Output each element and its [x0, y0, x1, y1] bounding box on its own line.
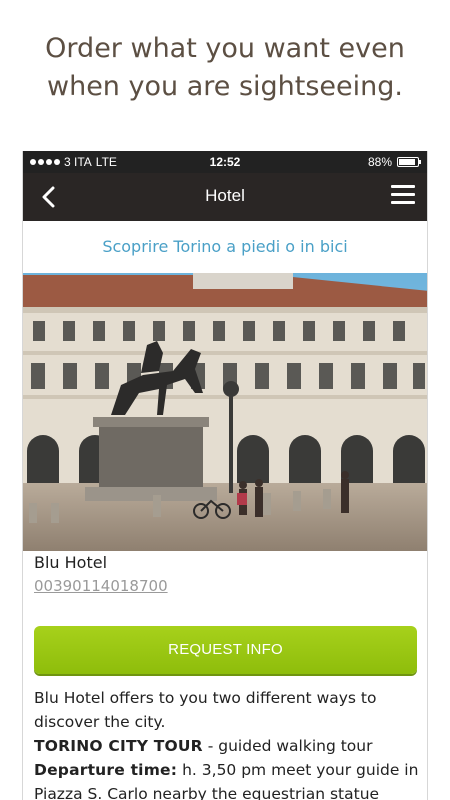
- departure-label: Departure time:: [34, 761, 178, 779]
- hotel-name: Blu Hotel: [34, 553, 108, 572]
- status-time: 12:52: [209, 155, 241, 169]
- battery-percent: 88%: [367, 155, 392, 169]
- departure-line: Departure time: h. 3,50 pm meet your gui…: [34, 758, 422, 800]
- request-info-button[interactable]: REQUEST INFO: [34, 626, 417, 674]
- hotel-description: Blu Hotel offers to you two different wa…: [34, 686, 422, 800]
- promo-line-2: when you are sightseeing.: [47, 71, 403, 102]
- piazza-san-carlo-image: [23, 273, 427, 551]
- description-intro: Blu Hotel offers to you two different wa…: [34, 689, 377, 731]
- status-right: 88%: [367, 155, 421, 169]
- tour-line: TORINO CITY TOUR - guided walking tour: [34, 734, 422, 758]
- hamburger-menu-icon: [391, 185, 415, 188]
- page-title: Hotel: [205, 186, 245, 205]
- battery-level-fill: [399, 159, 415, 165]
- nav-bar: Hotel: [23, 173, 427, 221]
- hotel-photo: [23, 273, 427, 551]
- section-subtitle: Scoprire Torino a piedi o in bici: [102, 237, 348, 256]
- tour-detail: - guided walking tour: [202, 737, 373, 755]
- phone-screen: 3 ITA LTE 12:52 88% Hotel Scoprire Torin…: [22, 151, 428, 800]
- promo-heading: Order what you want even when you are si…: [0, 30, 450, 106]
- battery-icon: [397, 157, 421, 167]
- tour-name: TORINO CITY TOUR: [34, 737, 203, 755]
- status-bar: 3 ITA LTE 12:52 88%: [23, 151, 427, 173]
- menu-button[interactable]: [391, 185, 415, 207]
- promo-line-1: Order what you want even: [45, 33, 405, 64]
- hotel-phone-link[interactable]: 00390114018700: [34, 577, 168, 595]
